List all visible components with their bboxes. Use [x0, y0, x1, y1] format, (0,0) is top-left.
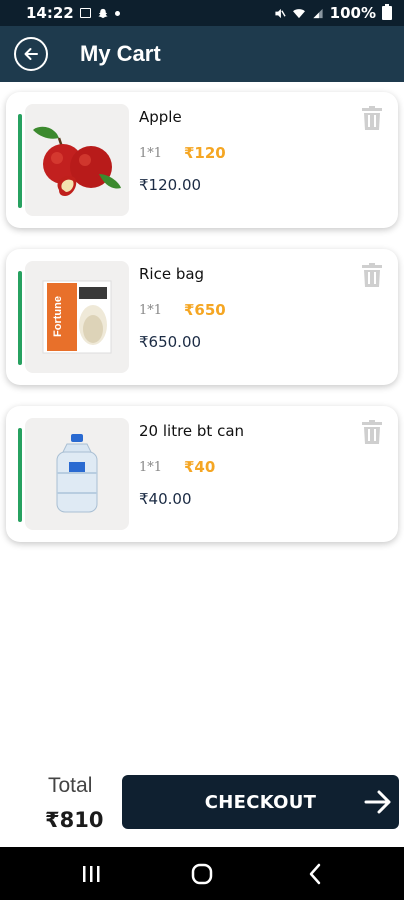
item-line-total: ₹650.00 [139, 333, 202, 351]
arrow-left-icon [24, 48, 38, 60]
app-bar: My Cart [0, 26, 404, 82]
water-can-image [56, 434, 98, 513]
trash-icon[interactable] [362, 420, 382, 444]
product-image-rice-bag: Fortune [25, 261, 129, 373]
back-button[interactable] [14, 37, 48, 71]
item-unit-price: ₹650 [184, 301, 226, 319]
system-nav-bar [0, 847, 404, 900]
cart-item[interactable]: 20 litre bt can 1*1 ₹40 ₹40.00 [6, 406, 398, 542]
home-icon[interactable] [187, 859, 217, 889]
item-unit-price: ₹120 [184, 144, 226, 162]
checkout-button[interactable]: CHECKOUT [122, 775, 399, 829]
apple-image [33, 126, 121, 196]
back-nav-icon[interactable] [301, 859, 331, 889]
rice-bag-image: Fortune [42, 280, 112, 354]
gallery-notification-icon [79, 8, 91, 18]
item-quantity: 1*1 [139, 146, 163, 161]
item-name: Rice bag [139, 265, 205, 283]
trash-icon[interactable] [362, 106, 382, 130]
checkout-label: CHECKOUT [204, 791, 317, 813]
total-value: ₹810 [45, 808, 104, 832]
item-name: Apple [139, 108, 182, 126]
checkout-bar: Total ₹810 CHECKOUT [0, 760, 404, 847]
item-line-total: ₹120.00 [139, 176, 202, 194]
item-accent-bar [18, 271, 22, 365]
more-notifications-icon [114, 10, 120, 16]
mute-icon [275, 8, 286, 18]
battery-percent: 100% [329, 4, 376, 22]
product-image-water-can [25, 418, 129, 530]
status-bar: 14:22 100% [0, 0, 404, 26]
cart-screen: 14:22 100% My Cart Apple 1*1 ₹120 ₹120.0… [0, 0, 404, 900]
page-title: My Cart [80, 41, 161, 66]
item-unit-price: ₹40 [184, 458, 216, 476]
recent-apps-icon[interactable] [76, 859, 106, 889]
item-quantity: 1*1 [139, 460, 163, 475]
signal-icon [313, 8, 323, 18]
total-label: Total [48, 774, 93, 797]
item-name: 20 litre bt can [139, 422, 245, 440]
item-accent-bar [18, 114, 22, 208]
status-left: 14:22 [26, 4, 120, 22]
cart-item[interactable]: Apple 1*1 ₹120 ₹120.00 [6, 92, 398, 228]
snapchat-notification-icon [98, 8, 108, 18]
arrow-right-icon [364, 790, 391, 814]
trash-icon[interactable] [362, 263, 382, 287]
wifi-icon [292, 8, 305, 18]
item-accent-bar [18, 428, 22, 522]
item-line-total: ₹40.00 [139, 490, 192, 508]
status-right: 100% [274, 4, 392, 22]
item-quantity: 1*1 [139, 303, 163, 318]
battery-icon [382, 4, 392, 20]
product-image-apple [25, 104, 129, 216]
status-time: 14:22 [26, 4, 74, 22]
cart-list: Apple 1*1 ₹120 ₹120.00 Fortune Rice bag … [6, 92, 398, 563]
cart-item[interactable]: Fortune Rice bag 1*1 ₹650 ₹650.00 [6, 249, 398, 385]
svg-text:Fortune: Fortune [52, 296, 64, 337]
